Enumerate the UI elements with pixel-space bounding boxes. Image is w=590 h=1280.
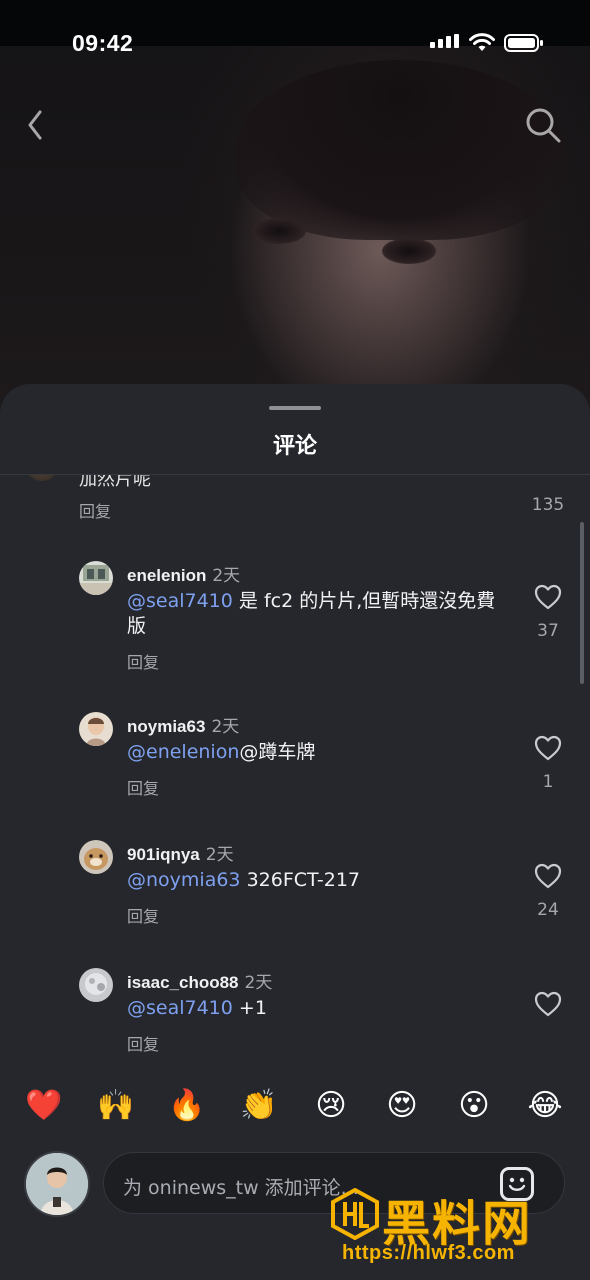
heart-icon[interactable] xyxy=(533,734,563,762)
video-subject-eye xyxy=(382,238,436,264)
comment-text: 加然片呢 xyxy=(79,475,151,490)
emoji-button[interactable]: 👏 xyxy=(239,1086,279,1126)
username[interactable]: isaac_choo88 xyxy=(127,973,239,992)
search-icon[interactable] xyxy=(522,104,564,146)
mention-link[interactable]: @noymia63 xyxy=(127,869,241,891)
heart-icon[interactable] xyxy=(533,583,563,611)
emoji-button[interactable]: 😍 xyxy=(382,1086,422,1126)
comment-body: @seal7410 +1 xyxy=(127,996,507,1021)
avatar[interactable] xyxy=(79,840,113,874)
like-count: 135 xyxy=(531,495,565,515)
comment-header: 901iqnya 2天 xyxy=(127,840,234,865)
avatar[interactable] xyxy=(26,475,58,481)
back-icon[interactable] xyxy=(20,104,52,146)
comment-body: @noymia63 326FCT-217 xyxy=(127,868,507,893)
comment-text: @蹲车牌 xyxy=(239,741,316,763)
like-count: 1 xyxy=(542,772,554,792)
comment-body: @enelenion@蹲车牌 xyxy=(127,740,507,765)
emoji-button[interactable]: 🙌 xyxy=(96,1086,136,1126)
video-subject-eye xyxy=(252,218,306,244)
avatar[interactable] xyxy=(24,1151,90,1217)
wifi-icon xyxy=(469,33,495,51)
like-count: 37 xyxy=(537,621,559,641)
emoji-button[interactable]: ❤️ xyxy=(24,1086,64,1126)
comment-header: isaac_choo88 2天 xyxy=(127,968,272,993)
username[interactable]: 901iqnya xyxy=(127,845,200,864)
scrollbar[interactable] xyxy=(580,522,584,684)
status-time: 09:42 xyxy=(72,30,134,56)
mention-link[interactable]: @seal7410 xyxy=(127,590,233,612)
video-subject-hair xyxy=(235,60,565,240)
heart-icon[interactable] xyxy=(533,990,563,1018)
username[interactable]: enelenion xyxy=(127,566,206,585)
reply-button[interactable]: 回复 xyxy=(127,775,159,799)
reply-button[interactable]: 回复 xyxy=(127,1031,159,1055)
comment-age: 2天 xyxy=(205,845,234,865)
like-count: 24 xyxy=(537,900,559,920)
comment-age: 2天 xyxy=(244,973,273,993)
watermark-logo-icon xyxy=(331,1188,379,1240)
emoji-button[interactable]: 😮 xyxy=(454,1086,494,1126)
avatar[interactable] xyxy=(79,968,113,1002)
comment-body: @seal7410 是 fc2 的片片,但暫時還沒免費版 xyxy=(127,589,507,639)
reply-button[interactable]: 回复 xyxy=(127,903,159,927)
avatar[interactable] xyxy=(79,561,113,595)
mention-link[interactable]: @enelenion xyxy=(127,741,239,763)
comment-input-placeholder: 为 oninews_tw 添加评论... xyxy=(123,1177,359,1199)
watermark-url: https://hlwf3.com xyxy=(342,1242,515,1264)
comment-text: 326FCT-217 xyxy=(240,869,361,891)
reply-button[interactable]: 回复 xyxy=(79,498,111,522)
mention-link[interactable]: @seal7410 xyxy=(127,997,233,1019)
comment-text: +1 xyxy=(232,997,267,1019)
sheet-drag-handle[interactable] xyxy=(269,406,321,410)
avatar[interactable] xyxy=(79,712,113,746)
username[interactable]: noymia63 xyxy=(127,717,205,736)
emoji-button[interactable]: 😢 xyxy=(311,1086,351,1126)
comment-age: 2天 xyxy=(211,717,240,737)
status-bar: 09:42 xyxy=(0,0,590,56)
emoji-button[interactable]: 🔥 xyxy=(167,1086,207,1126)
emoji-bar: ❤️ 🙌 🔥 👏 😢 😍 😮 😂 xyxy=(0,1086,590,1130)
comment-age: 2天 xyxy=(212,566,241,586)
comment-header: noymia63 2天 xyxy=(127,712,239,737)
battery-icon xyxy=(504,34,543,52)
status-icons xyxy=(430,33,544,53)
comment-header: enelenion 2天 xyxy=(127,561,240,586)
comment-list[interactable]: 加然片呢 回复 135 enelenion 2天 @seal7410 是 fc2 … xyxy=(0,475,590,1055)
sheet-title: 评论 xyxy=(272,434,317,459)
reply-button[interactable]: 回复 xyxy=(127,649,159,673)
heart-icon[interactable] xyxy=(533,862,563,890)
signal-icon xyxy=(430,34,459,48)
emoji-button[interactable]: 😂 xyxy=(525,1086,565,1126)
watermark: 黑料网 https://hlwf3.com xyxy=(330,1184,580,1270)
